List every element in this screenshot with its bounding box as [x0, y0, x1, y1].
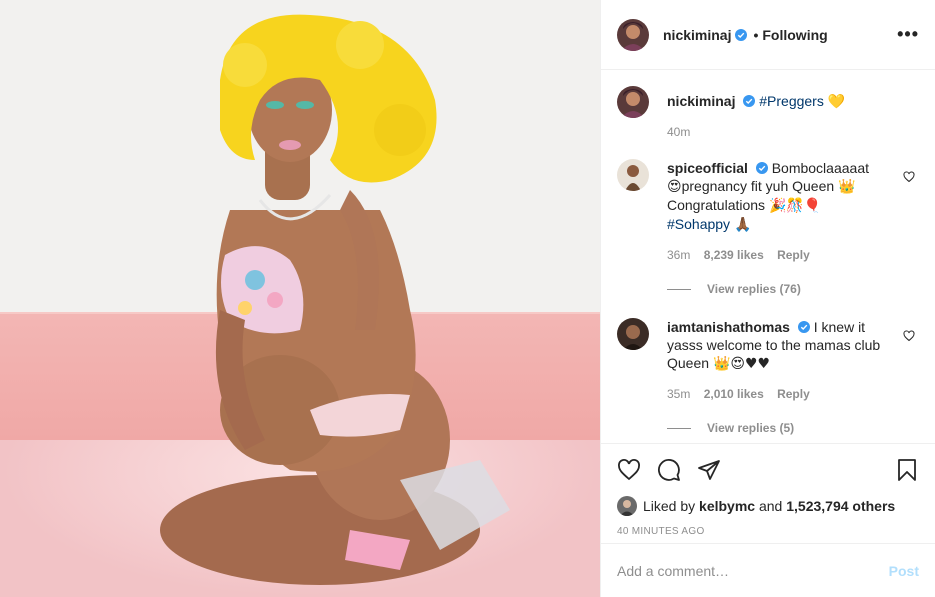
- post-actions: Liked by kelbymc and 1,523,794 others 40…: [601, 443, 935, 543]
- comment-icon[interactable]: [657, 458, 681, 482]
- comment-username[interactable]: iamtanishathomas: [667, 319, 790, 335]
- comment-text: pregnancy fit yuh Queen: [681, 178, 839, 194]
- heart-eyes-emoji: 😍: [667, 179, 682, 195]
- author-username[interactable]: nickiminaj: [663, 27, 731, 43]
- comment-like-heart-icon[interactable]: [903, 330, 915, 342]
- post-image[interactable]: [0, 0, 600, 597]
- comment-time[interactable]: 35m: [667, 387, 690, 401]
- comment-body: spiceofficial Bomboclaaaaat 😍pregnancy f…: [667, 159, 887, 264]
- reply-button[interactable]: Reply: [777, 387, 810, 401]
- comment-meta: 35m 2,010 likes Reply: [667, 385, 887, 403]
- bookmark-icon[interactable]: [895, 458, 919, 482]
- verified-badge-icon: [735, 28, 748, 41]
- comment-input[interactable]: [617, 562, 889, 579]
- view-replies-label: View replies (5): [707, 421, 795, 435]
- replies-divider: [667, 427, 691, 429]
- liker-avatar[interactable]: [617, 496, 637, 516]
- post-side-panel: nickiminaj • Following ••• nickiminaj #P…: [600, 0, 935, 597]
- add-comment-bar: Post: [601, 543, 935, 597]
- comment-text: Congratulations: [667, 197, 769, 213]
- party-emoji: 🎉🎊🎈: [768, 198, 822, 214]
- reply-button[interactable]: Reply: [777, 248, 810, 262]
- verified-badge-icon: [755, 162, 768, 174]
- caption-hashtag[interactable]: #Preggers: [759, 93, 824, 109]
- following-button[interactable]: Following: [762, 27, 827, 43]
- caption-username[interactable]: nickiminaj: [667, 93, 735, 109]
- comment-likes[interactable]: 8,239 likes: [704, 248, 764, 262]
- comment-username[interactable]: spiceofficial: [667, 160, 748, 176]
- likes-count[interactable]: 1,523,794 others: [786, 498, 895, 514]
- comment-likes[interactable]: 2,010 likes: [704, 387, 764, 401]
- comment-like-heart-icon[interactable]: [903, 171, 915, 183]
- share-icon[interactable]: [697, 458, 721, 482]
- comment-item: iamtanishathomas I knew it yasss welcome…: [617, 318, 919, 403]
- crown-hearts-emoji: 👑😍♥♥: [712, 356, 771, 372]
- crown-emoji: 👑: [838, 179, 856, 195]
- comment-hashtag[interactable]: #Sohappy: [667, 216, 730, 232]
- view-replies-button[interactable]: View replies (5): [667, 421, 919, 435]
- verified-badge-icon: [743, 95, 756, 107]
- replies-divider: [667, 288, 691, 290]
- caption-time[interactable]: 40m: [667, 125, 690, 139]
- caption-meta: 40m: [667, 123, 917, 141]
- commenter-avatar[interactable]: [617, 318, 649, 350]
- caption: nickiminaj #Preggers 💛 40m: [617, 86, 919, 141]
- liker-username[interactable]: kelbymc: [699, 498, 755, 514]
- post-button[interactable]: Post: [889, 563, 919, 579]
- praying-hands-emoji: 🙏🏾: [733, 217, 752, 233]
- caption-avatar[interactable]: [617, 86, 649, 118]
- view-replies-button[interactable]: View replies (76): [667, 282, 919, 296]
- heart-icon[interactable]: [617, 458, 641, 482]
- yellow-heart-emoji: 💛: [827, 94, 846, 110]
- verified-badge-icon: [797, 321, 810, 333]
- caption-body: nickiminaj #Preggers 💛 40m: [667, 86, 917, 141]
- separator-dot: •: [753, 26, 759, 43]
- author-info: nickiminaj • Following: [663, 27, 828, 43]
- comments-list[interactable]: nickiminaj #Preggers 💛 40m spiceofficial…: [601, 70, 935, 443]
- post-header: nickiminaj • Following •••: [601, 0, 935, 70]
- instagram-post: nickiminaj • Following ••• nickiminaj #P…: [0, 0, 935, 597]
- author-avatar[interactable]: [617, 18, 649, 51]
- more-options-icon[interactable]: •••: [897, 24, 919, 45]
- model-figure: [160, 14, 510, 585]
- view-replies-label: View replies (76): [707, 282, 801, 296]
- action-icons: [617, 456, 919, 484]
- commenter-avatar[interactable]: [617, 159, 649, 191]
- likes-middle: and: [758, 498, 783, 514]
- comment-item: spiceofficial Bomboclaaaaat 😍pregnancy f…: [617, 159, 919, 264]
- comment-body: iamtanishathomas I knew it yasss welcome…: [667, 318, 887, 403]
- post-timestamp[interactable]: 40 MINUTES AGO: [617, 526, 919, 537]
- likes-summary: Liked by kelbymc and 1,523,794 others: [617, 496, 919, 516]
- likes-prefix: Liked by: [643, 498, 696, 514]
- comment-time[interactable]: 36m: [667, 248, 690, 262]
- comment-text: Bomboclaaaaat: [771, 160, 869, 176]
- comment-meta: 36m 8,239 likes Reply: [667, 246, 887, 264]
